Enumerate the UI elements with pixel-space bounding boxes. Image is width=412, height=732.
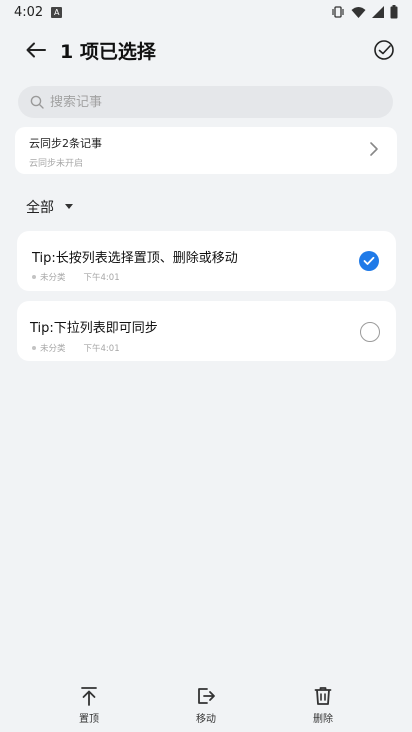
note-time: 下午4:01	[83, 344, 120, 354]
note-meta: 未分类 下午4:01	[32, 342, 120, 354]
category-filter[interactable]: 全部	[26, 197, 74, 217]
filter-label: 全部	[26, 200, 54, 216]
note-card[interactable]: Tip:下拉列表即可同步 未分类 下午4:01	[17, 301, 396, 361]
trash-icon	[314, 687, 332, 705]
pin-to-top-icon	[81, 687, 97, 706]
cloud-sync-subtitle: 云同步未开启	[29, 159, 84, 169]
check-icon	[363, 256, 375, 265]
back-arrow-icon	[26, 42, 46, 58]
select-all-icon	[374, 40, 394, 60]
note-time: 下午4:01	[83, 273, 120, 283]
delete-button[interactable]: 删除	[293, 686, 353, 725]
pin-button[interactable]: 置顶	[59, 686, 119, 725]
chevron-right-icon	[370, 142, 378, 156]
cloud-sync-card[interactable]: 云同步2条记事 云同步未开启	[15, 127, 397, 174]
search-icon	[30, 95, 44, 109]
search-input[interactable]	[50, 94, 350, 110]
bottom-action-bar: 置顶 移动 删除	[0, 680, 412, 732]
pin-label: 置顶	[79, 714, 99, 725]
signal-icon	[372, 6, 384, 18]
back-button[interactable]	[14, 28, 58, 72]
cloud-sync-title: 云同步2条记事	[29, 137, 102, 150]
move-icon	[198, 688, 215, 704]
note-card[interactable]: Tip:长按列表选择置顶、删除或移动 未分类 下午4:01	[17, 231, 396, 291]
status-bar: 4:02 A	[0, 0, 412, 24]
note-title: Tip:长按列表选择置顶、删除或移动	[32, 251, 238, 266]
category-dot	[32, 275, 36, 279]
page-title: 1 项已选择	[60, 40, 156, 63]
note-checkbox-unchecked[interactable]	[360, 322, 380, 342]
note-checkbox-checked[interactable]	[359, 251, 379, 271]
category-dot	[32, 346, 36, 350]
delete-label: 删除	[313, 714, 333, 725]
note-category: 未分类	[40, 273, 66, 283]
move-button[interactable]: 移动	[176, 686, 236, 725]
note-meta: 未分类 下午4:01	[32, 271, 120, 283]
wifi-icon	[351, 6, 366, 18]
note-category: 未分类	[40, 344, 66, 354]
vibrate-icon	[332, 6, 344, 18]
header: 1 项已选择	[0, 28, 412, 72]
move-label: 移动	[196, 714, 216, 725]
select-all-button[interactable]	[370, 36, 398, 64]
status-time: 4:02	[14, 4, 44, 20]
caret-down-icon	[65, 204, 73, 209]
search-bar[interactable]	[18, 86, 393, 118]
note-title: Tip:下拉列表即可同步	[30, 321, 158, 336]
battery-icon	[390, 5, 398, 19]
notification-icon: A	[51, 6, 63, 18]
